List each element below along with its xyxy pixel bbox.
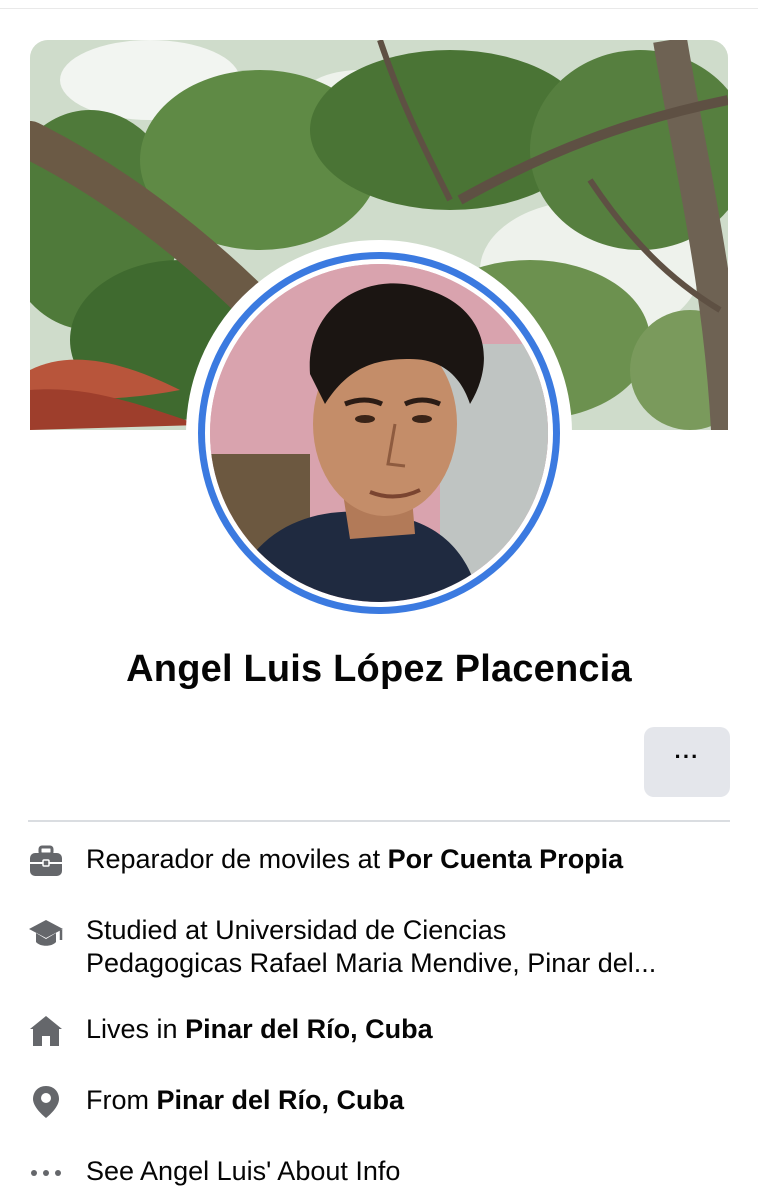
lives-place-link[interactable]: Pinar del Río, Cuba xyxy=(185,1014,433,1044)
lives-prefix: Lives in xyxy=(86,1014,186,1044)
education-text: Studied at Universidad de Ciencias Pedag… xyxy=(86,914,726,980)
briefcase-icon xyxy=(28,843,64,879)
work-prefix: Reparador de moviles at xyxy=(86,844,388,874)
more-options-button[interactable]: ··· xyxy=(644,727,730,797)
profile-name: Angel Luis López Placencia xyxy=(126,648,632,690)
more-dots-icon: ··· xyxy=(674,744,700,769)
education-line-2: Pedagogicas Rafael Maria Mendive, Pinar … xyxy=(86,948,657,978)
lives-text: Lives in Pinar del Río, Cuba xyxy=(86,1013,726,1046)
see-about-link[interactable]: See Angel Luis' About Info xyxy=(86,1155,726,1188)
from-place-link[interactable]: Pinar del Río, Cuba xyxy=(157,1085,405,1115)
more-dots-icon xyxy=(28,1155,64,1191)
graduation-cap-icon xyxy=(28,916,64,952)
work-text: Reparador de moviles at Por Cuenta Propi… xyxy=(86,843,726,876)
top-divider xyxy=(0,8,758,9)
from-prefix: From xyxy=(86,1085,157,1115)
home-icon xyxy=(28,1013,64,1049)
education-line-1: Studied at Universidad de Ciencias xyxy=(86,915,507,945)
work-place-link[interactable]: Por Cuenta Propia xyxy=(388,844,624,874)
from-text: From Pinar del Río, Cuba xyxy=(86,1084,726,1117)
location-pin-icon xyxy=(28,1084,64,1120)
section-divider xyxy=(28,820,730,822)
profile-avatar[interactable] xyxy=(210,264,548,602)
